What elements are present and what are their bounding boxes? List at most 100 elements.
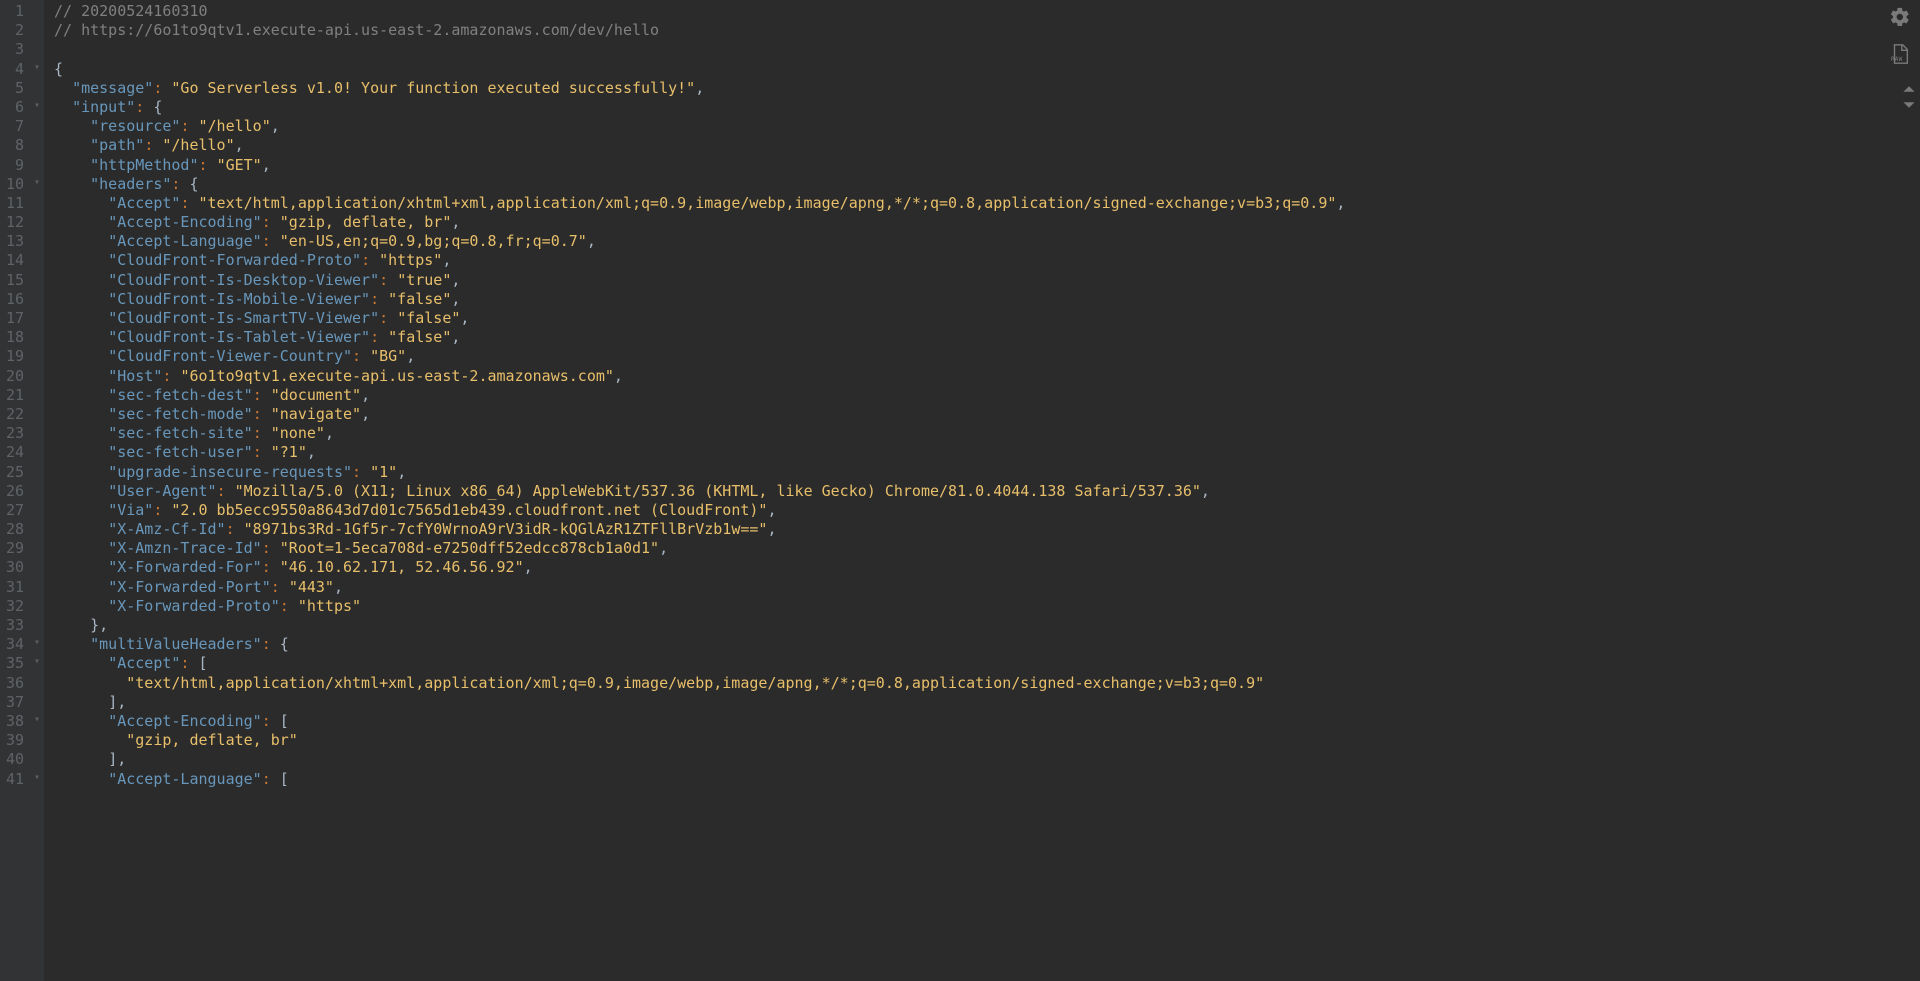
code-line[interactable]: "upgrade-insecure-requests": "1",: [54, 463, 1920, 482]
code-line[interactable]: "CloudFront-Is-Tablet-Viewer": "false",: [54, 328, 1920, 347]
line-number: 34: [4, 635, 24, 654]
line-number: 2: [4, 21, 24, 40]
code-line[interactable]: ],: [54, 750, 1920, 769]
fold-marker[interactable]: ▾: [30, 768, 44, 787]
fold-marker: [30, 345, 44, 364]
line-number: 31: [4, 578, 24, 597]
line-number: 32: [4, 597, 24, 616]
fold-marker: [30, 461, 44, 480]
line-number: 21: [4, 386, 24, 405]
code-line[interactable]: "multiValueHeaders": {: [54, 635, 1920, 654]
chevron-up-icon[interactable]: [1902, 82, 1916, 96]
code-line[interactable]: "sec-fetch-mode": "navigate",: [54, 405, 1920, 424]
fold-marker: [30, 77, 44, 96]
code-line[interactable]: "Accept-Language": [: [54, 770, 1920, 789]
fold-marker[interactable]: ▾: [30, 58, 44, 77]
code-line[interactable]: "User-Agent": "Mozilla/5.0 (X11; Linux x…: [54, 482, 1920, 501]
line-number: 33: [4, 616, 24, 635]
fold-marker[interactable]: ▾: [30, 710, 44, 729]
line-number: 24: [4, 443, 24, 462]
code-line[interactable]: "sec-fetch-user": "?1",: [54, 443, 1920, 462]
code-line[interactable]: },: [54, 616, 1920, 635]
line-number: 39: [4, 731, 24, 750]
raw-icon[interactable]: RAW: [1889, 43, 1911, 70]
code-line[interactable]: "CloudFront-Is-Desktop-Viewer": "true",: [54, 271, 1920, 290]
line-number: 9: [4, 156, 24, 175]
line-number: 3: [4, 40, 24, 59]
code-line[interactable]: "httpMethod": "GET",: [54, 156, 1920, 175]
fold-marker: [30, 115, 44, 134]
code-line[interactable]: "Accept": [: [54, 654, 1920, 673]
line-number: 25: [4, 463, 24, 482]
code-line[interactable]: "X-Forwarded-Proto": "https": [54, 597, 1920, 616]
code-line[interactable]: "input": {: [54, 98, 1920, 117]
code-line[interactable]: "Accept": "text/html,application/xhtml+x…: [54, 194, 1920, 213]
code-line[interactable]: "CloudFront-Is-Mobile-Viewer": "false",: [54, 290, 1920, 309]
fold-gutter[interactable]: ▾▾▾▾▾▾▾: [30, 0, 44, 981]
fold-marker: [30, 441, 44, 460]
code-line[interactable]: "X-Forwarded-Port": "443",: [54, 578, 1920, 597]
code-line[interactable]: ],: [54, 693, 1920, 712]
fold-marker: [30, 307, 44, 326]
line-number: 12: [4, 213, 24, 232]
line-number: 8: [4, 136, 24, 155]
code-line[interactable]: "X-Amz-Cf-Id": "8971bs3Rd-1Gf5r-7cfY0Wrn…: [54, 520, 1920, 539]
fold-marker: [30, 134, 44, 153]
code-line[interactable]: "sec-fetch-site": "none",: [54, 424, 1920, 443]
fold-marker: [30, 0, 44, 19]
code-line[interactable]: "Accept-Encoding": "gzip, deflate, br",: [54, 213, 1920, 232]
line-number: 4: [4, 60, 24, 79]
code-line[interactable]: "X-Forwarded-For": "46.10.62.171, 52.46.…: [54, 558, 1920, 577]
fold-marker: [30, 211, 44, 230]
scroll-indicator[interactable]: [1902, 82, 1916, 112]
code-line[interactable]: "gzip, deflate, br": [54, 731, 1920, 750]
line-number: 20: [4, 367, 24, 386]
code-line[interactable]: "CloudFront-Forwarded-Proto": "https",: [54, 251, 1920, 270]
code-line[interactable]: "Via": "2.0 bb5ecc9550a8643d7d01c7565d1e…: [54, 501, 1920, 520]
fold-marker: [30, 326, 44, 345]
json-viewer: 1234567891011121314151617181920212223242…: [0, 0, 1920, 981]
code-line[interactable]: "Accept-Encoding": [: [54, 712, 1920, 731]
fold-marker[interactable]: ▾: [30, 173, 44, 192]
fold-marker: [30, 518, 44, 537]
code-line[interactable]: // 20200524160310: [54, 2, 1920, 21]
fold-marker[interactable]: ▾: [30, 96, 44, 115]
fold-marker: [30, 595, 44, 614]
code-line[interactable]: [54, 40, 1920, 59]
fold-marker: [30, 576, 44, 595]
gear-icon[interactable]: [1889, 6, 1911, 33]
code-line[interactable]: // https://6o1to9qtv1.execute-api.us-eas…: [54, 21, 1920, 40]
line-number: 26: [4, 482, 24, 501]
code-line[interactable]: "X-Amzn-Trace-Id": "Root=1-5eca708d-e725…: [54, 539, 1920, 558]
chevron-down-icon[interactable]: [1902, 98, 1916, 112]
fold-marker: [30, 38, 44, 57]
code-line[interactable]: "Accept-Language": "en-US,en;q=0.9,bg;q=…: [54, 232, 1920, 251]
code-line[interactable]: "resource": "/hello",: [54, 117, 1920, 136]
code-area[interactable]: // 20200524160310// https://6o1to9qtv1.e…: [44, 0, 1920, 981]
code-line[interactable]: "CloudFront-Is-SmartTV-Viewer": "false",: [54, 309, 1920, 328]
code-line[interactable]: "Host": "6o1to9qtv1.execute-api.us-east-…: [54, 367, 1920, 386]
fold-marker[interactable]: ▾: [30, 652, 44, 671]
fold-marker: [30, 499, 44, 518]
code-line[interactable]: "message": "Go Serverless v1.0! Your fun…: [54, 79, 1920, 98]
fold-marker: [30, 614, 44, 633]
fold-marker: [30, 556, 44, 575]
fold-marker[interactable]: ▾: [30, 633, 44, 652]
fold-marker: [30, 672, 44, 691]
code-line[interactable]: "path": "/hello",: [54, 136, 1920, 155]
line-number: 15: [4, 271, 24, 290]
fold-marker: [30, 365, 44, 384]
code-line[interactable]: "text/html,application/xhtml+xml,applica…: [54, 674, 1920, 693]
line-number: 35: [4, 654, 24, 673]
fold-marker: [30, 748, 44, 767]
fold-marker: [30, 269, 44, 288]
code-line[interactable]: "headers": {: [54, 175, 1920, 194]
code-line[interactable]: "CloudFront-Viewer-Country": "BG",: [54, 347, 1920, 366]
code-line[interactable]: "sec-fetch-dest": "document",: [54, 386, 1920, 405]
fold-marker: [30, 729, 44, 748]
fold-marker: [30, 154, 44, 173]
code-line[interactable]: {: [54, 60, 1920, 79]
line-number-gutter: 1234567891011121314151617181920212223242…: [0, 0, 30, 981]
line-number: 36: [4, 674, 24, 693]
line-number: 17: [4, 309, 24, 328]
